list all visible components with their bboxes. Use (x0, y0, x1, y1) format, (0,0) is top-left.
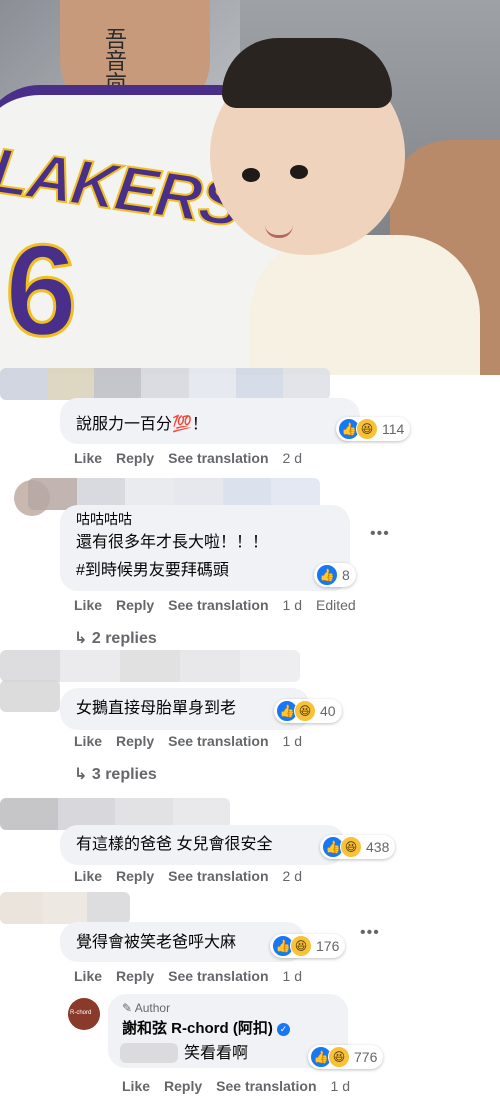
comment-line: 咕咕咕咕 (76, 511, 132, 527)
verified-badge-icon: ✓ (277, 1022, 290, 1036)
avatar-label: R-chord (70, 1010, 92, 1016)
author-name[interactable]: 謝和弦 R-chord (阿扣) ✓ (122, 1018, 290, 1040)
replies-count: 2 replies (91, 630, 157, 647)
reaction-count: 176 (316, 938, 340, 954)
author-avatar[interactable]: R-chord (68, 998, 100, 1030)
more-options-icon[interactable]: ••• (360, 924, 380, 942)
author-reply-actions: Like Reply See translation 1 d (122, 1078, 364, 1094)
comment-text: 有這樣的爸爸 女兒會很安全 (76, 836, 273, 853)
reply-link[interactable]: Reply (164, 1078, 202, 1094)
reply-link[interactable]: Reply (116, 868, 154, 884)
baby-hair (222, 38, 392, 108)
like-link[interactable]: Like (74, 733, 102, 749)
comment-actions: Like Reply See translation 1 d (74, 968, 316, 984)
comment-actions: Like Reply See translation 2 d (74, 868, 316, 884)
view-replies-link[interactable]: ↳ 2 replies (74, 628, 157, 648)
baby-eye-right (290, 165, 308, 179)
reaction-summary[interactable]: 👍 😆 176 (270, 934, 346, 958)
pencil-icon: ✎ (122, 1001, 133, 1015)
baby-dress (250, 235, 480, 375)
like-link[interactable]: Like (74, 450, 102, 466)
reaction-count: 40 (320, 703, 336, 719)
blurred-name (0, 680, 60, 712)
author-name-text: 謝和弦 R-chord (阿扣) (122, 1020, 273, 1037)
blurred-name (0, 650, 300, 682)
see-translation-link[interactable]: See translation (216, 1078, 316, 1094)
haha-reaction-icon: 😆 (290, 935, 312, 957)
post-photo[interactable]: 吾 音 㐭 LAKERS 6 (0, 0, 500, 375)
comment-actions: Like Reply See translation 1 d Edited (74, 597, 370, 613)
reaction-summary[interactable]: 👍 8 (314, 563, 356, 587)
comment-text: 女鵝直接母胎單身到老 (76, 700, 237, 717)
view-replies-link[interactable]: ↳ 3 replies (74, 764, 157, 784)
reaction-count: 8 (342, 567, 350, 583)
see-translation-link[interactable]: See translation (168, 597, 268, 613)
comment-time[interactable]: 1 d (283, 597, 302, 613)
reaction-summary[interactable]: 👍 😆 776 (308, 1045, 384, 1069)
comment-text: 說服力一百分💯！ (76, 416, 208, 433)
like-link[interactable]: Like (122, 1078, 150, 1094)
comment-time[interactable]: 2 d (283, 450, 302, 466)
haha-reaction-icon: 😆 (294, 700, 316, 722)
like-link[interactable]: Like (74, 597, 102, 613)
reply-link[interactable]: Reply (116, 968, 154, 984)
reply-arrow-icon: ↳ (74, 630, 92, 647)
reaction-count: 114 (382, 421, 405, 437)
reaction-summary[interactable]: 👍 😆 40 (274, 699, 342, 723)
comment-actions: Like Reply See translation 2 d (74, 450, 316, 466)
reaction-summary[interactable]: 👍 😆 438 (320, 835, 396, 859)
see-translation-link[interactable]: See translation (168, 450, 268, 466)
edited-label: Edited (315, 597, 356, 613)
more-options-icon[interactable]: ••• (370, 525, 390, 543)
author-badge-label: Author (134, 1001, 171, 1015)
comment-actions: Like Reply See translation 1 d (74, 733, 316, 749)
see-translation-link[interactable]: See translation (168, 868, 268, 884)
blurred-name (0, 368, 330, 400)
author-reply-text: 笑看看啊 (184, 1045, 249, 1062)
jersey-number: 6 (3, 217, 78, 363)
reaction-count: 438 (366, 839, 390, 855)
baby-eye-left (242, 168, 260, 182)
blurred-mention (120, 1043, 178, 1063)
haha-reaction-icon: 😆 (328, 1046, 350, 1068)
haha-reaction-icon: 😆 (356, 418, 378, 440)
comment-line: #到時候男友要拜碼頭 (76, 562, 229, 579)
comment-time[interactable]: 1 d (283, 968, 302, 984)
reaction-count: 776 (354, 1049, 378, 1065)
like-link[interactable]: Like (74, 968, 102, 984)
like-link[interactable]: Like (74, 868, 102, 884)
comment-line: 還有很多年才長大啦！！！ (76, 534, 269, 551)
author-badge: ✎ Author (122, 1000, 170, 1016)
comment-time[interactable]: 1 d (331, 1078, 350, 1094)
see-translation-link[interactable]: See translation (168, 733, 268, 749)
haha-reaction-icon: 😆 (340, 836, 362, 858)
like-reaction-icon: 👍 (316, 564, 338, 586)
reply-link[interactable]: Reply (116, 733, 154, 749)
comment-text: 覺得會被笑老爸呼大麻 (76, 934, 237, 951)
blurred-name (0, 892, 130, 924)
reply-arrow-icon: ↳ (74, 766, 92, 783)
reaction-summary[interactable]: 👍 😆 114 (336, 417, 411, 441)
replies-count: 3 replies (91, 766, 157, 783)
reply-link[interactable]: Reply (116, 450, 154, 466)
comment-time[interactable]: 1 d (283, 733, 302, 749)
reply-link[interactable]: Reply (116, 597, 154, 613)
see-translation-link[interactable]: See translation (168, 968, 268, 984)
comment-time[interactable]: 2 d (283, 868, 302, 884)
